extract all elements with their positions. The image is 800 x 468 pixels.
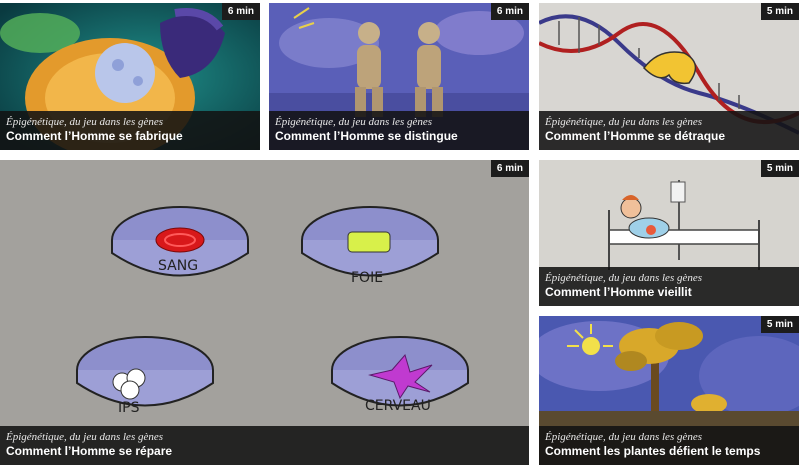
video-title[interactable]: Comment l’Homme se distingue	[275, 129, 523, 144]
dish-label-cerveau: CERVEAU	[365, 398, 431, 414]
video-tile-1[interactable]: 6 min Épigénétique, du jeu dans les gène…	[0, 3, 260, 150]
video-tile-6[interactable]: 5 min Épigénétique, du jeu dans les gène…	[539, 316, 799, 465]
series-subtitle: Épigénétique, du jeu dans les gènes	[6, 431, 164, 443]
video-title[interactable]: Comment l’Homme se fabrique	[6, 129, 254, 144]
series-subtitle: Épigénétique, du jeu dans les gènes	[275, 116, 433, 128]
video-tile-2[interactable]: 6 min Épigénétique, du jeu dans les gène…	[269, 3, 529, 150]
video-tile-3[interactable]: 5 min Épigénétique, du jeu dans les gène…	[539, 3, 799, 150]
dish-label-foie: FOIE	[351, 270, 384, 286]
series-subtitle: Épigénétique, du jeu dans les gènes	[545, 431, 703, 443]
video-caption: Épigénétique, du jeu dans les gènes Comm…	[539, 426, 799, 465]
video-tile-5[interactable]: 5 min Épigénétique, du jeu dans les gène…	[539, 160, 799, 306]
duration-badge: 6 min	[221, 3, 260, 20]
dish-label-ips: IPS	[118, 400, 140, 416]
video-caption: Épigénétique, du jeu dans les gènes Comm…	[0, 111, 260, 150]
duration-badge: 6 min	[490, 3, 529, 20]
video-title[interactable]: Comment l’Homme se répare	[6, 444, 523, 459]
video-caption: Épigénétique, du jeu dans les gènes Comm…	[269, 111, 529, 150]
video-title[interactable]: Comment les plantes défient le temps	[545, 444, 793, 459]
video-tile-4[interactable]: SANG FOIE IPS CERVEAU 6 min Épigénétique…	[0, 160, 529, 465]
duration-badge: 5 min	[760, 316, 799, 333]
series-subtitle: Épigénétique, du jeu dans les gènes	[545, 116, 703, 128]
duration-badge: 5 min	[760, 3, 799, 20]
video-caption: Épigénétique, du jeu dans les gènes Comm…	[539, 111, 799, 150]
video-title[interactable]: Comment l’Homme vieillit	[545, 285, 793, 300]
dish-label-sang: SANG	[158, 258, 199, 274]
video-caption: Épigénétique, du jeu dans les gènes Comm…	[539, 267, 799, 306]
series-subtitle: Épigénétique, du jeu dans les gènes	[6, 116, 164, 128]
video-thumbnail-petri-dishes	[0, 160, 529, 465]
video-title[interactable]: Comment l’Homme se détraque	[545, 129, 793, 144]
duration-badge: 6 min	[490, 160, 529, 177]
duration-badge: 5 min	[760, 160, 799, 177]
video-caption: Épigénétique, du jeu dans les gènes Comm…	[0, 426, 529, 465]
series-subtitle: Épigénétique, du jeu dans les gènes	[545, 272, 703, 284]
